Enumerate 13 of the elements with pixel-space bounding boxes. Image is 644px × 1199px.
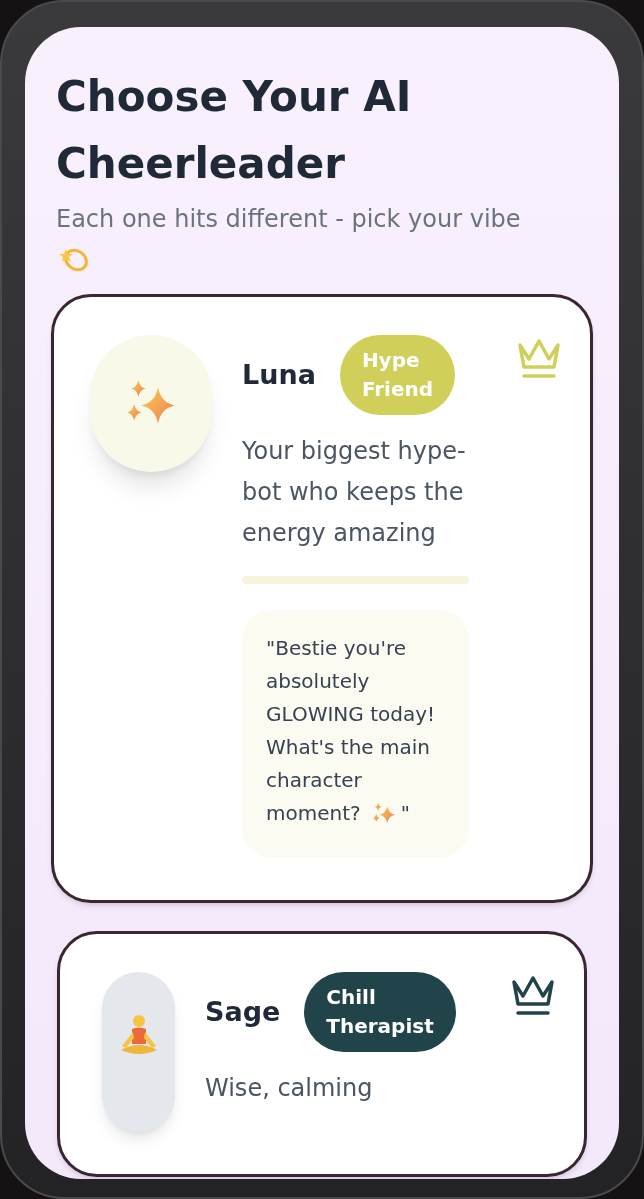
persona-name: Sage — [205, 994, 281, 1029]
page-subtitle: Each one hits different - pick your vibe — [56, 205, 521, 233]
persona-badge: Hype Friend — [339, 335, 456, 415]
persona-description: Wise, calming — [205, 1073, 374, 1104]
persona-badge: Chill Therapist — [304, 972, 456, 1052]
quote-mark: " — [400, 800, 410, 827]
quote-text: moment? — [266, 800, 361, 827]
crown-icon[interactable] — [510, 974, 556, 1016]
persona-card[interactable]: Luna Hype Friend Your biggest hype-bot who keeps the energy amazing "Bestie you're absolutely GLOWING today! What's the main character moment? " — [51, 294, 593, 903]
persona-description: Your biggest hype-bot who keeps the energy amazing — [242, 436, 467, 549]
persona-card[interactable]: Sage Chill Therapist Wise, calming — [57, 931, 587, 1177]
persona-name: Luna — [242, 357, 316, 392]
page-title: Choose Your AI Cheerleader — [56, 71, 413, 190]
